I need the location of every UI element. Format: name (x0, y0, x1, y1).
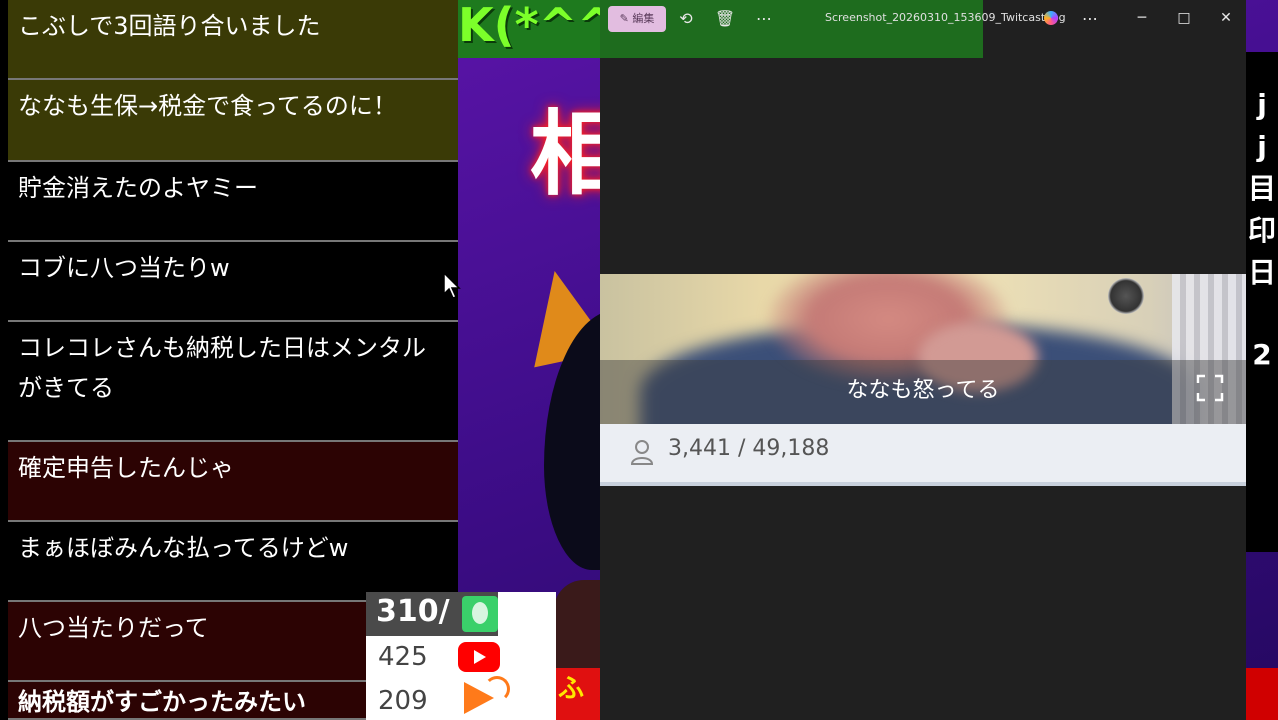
mouse-cursor-icon (443, 272, 461, 299)
chat-message: 確定申告したんじゃ (8, 442, 458, 522)
stats-total: 310/ (376, 594, 450, 629)
fullscreen-icon[interactable] (1196, 374, 1224, 402)
viewer-count: 3,441 / 49,188 (668, 436, 830, 461)
twitcasting-count: 209 (378, 686, 428, 716)
person-icon (630, 440, 654, 465)
youtube-play-icon (474, 650, 486, 664)
minimize-button[interactable]: ─ (1128, 8, 1156, 28)
chat-message: 貯金消えたのよヤミー (8, 162, 458, 242)
copilot-icon[interactable] (1044, 11, 1058, 25)
photo-image: ななも怒ってる (600, 274, 1246, 424)
stream-right-glyph: j (1257, 88, 1267, 121)
photo-viewer-window: ✎ 編集 ⟲ 🗑 ⋯ Screenshot_20260310_153609_Tw… (600, 0, 1246, 720)
viewer-stats-panel: 310/ 425 209 (366, 592, 556, 720)
stream-right-glyph: 日 (1248, 256, 1277, 289)
stream-right-red (1246, 668, 1278, 720)
more-options-icon[interactable]: ⋯ (1078, 8, 1102, 30)
file-name: Screenshot_20260310_153609_Twitcast.jpg (825, 11, 1066, 24)
avatar-icon (462, 596, 498, 632)
stream-right-glyph: j (1257, 130, 1267, 163)
photo-wall-fixture (1108, 278, 1144, 314)
stream-right-glyph: 印 (1248, 214, 1277, 247)
close-button[interactable]: ✕ (1212, 8, 1240, 28)
chat-message: まぁほぼみんな払ってるけどw (8, 522, 458, 602)
edit-button[interactable]: ✎ 編集 (608, 6, 666, 32)
stream-right-glyph: 2 (1252, 338, 1272, 371)
chat-message: こぶしで3回語り合いました (8, 0, 458, 80)
viewer-count-bar: 3,441 / 49,188 (600, 424, 1246, 486)
stats-total-box: 310/ (366, 592, 498, 636)
photo-caption: ななも怒ってる (846, 378, 1000, 403)
edit-button-label: 編集 (632, 12, 655, 25)
more-icon[interactable]: ⋯ (752, 8, 776, 30)
chat-message: ななも生保→税金で食ってるのに！ (8, 80, 458, 162)
avatar-head (472, 602, 488, 624)
stream-bottom-text: ふ (558, 674, 585, 704)
twitcasting-waves-icon (484, 676, 510, 702)
chat-message: コレコレさんも納税した日はメンタルがきてる (8, 322, 458, 442)
youtube-count: 425 (378, 642, 428, 672)
rotate-icon[interactable]: ⟲ (674, 8, 698, 30)
maximize-button[interactable]: □ (1170, 8, 1198, 28)
chat-message: コブに八つ当たりw (8, 242, 458, 322)
youtube-icon (458, 642, 500, 672)
stream-right-glyph: 目 (1248, 172, 1277, 205)
stream-right-text: j j 目 印 日 2 (1248, 84, 1276, 376)
delete-icon[interactable]: 🗑 (713, 8, 737, 30)
